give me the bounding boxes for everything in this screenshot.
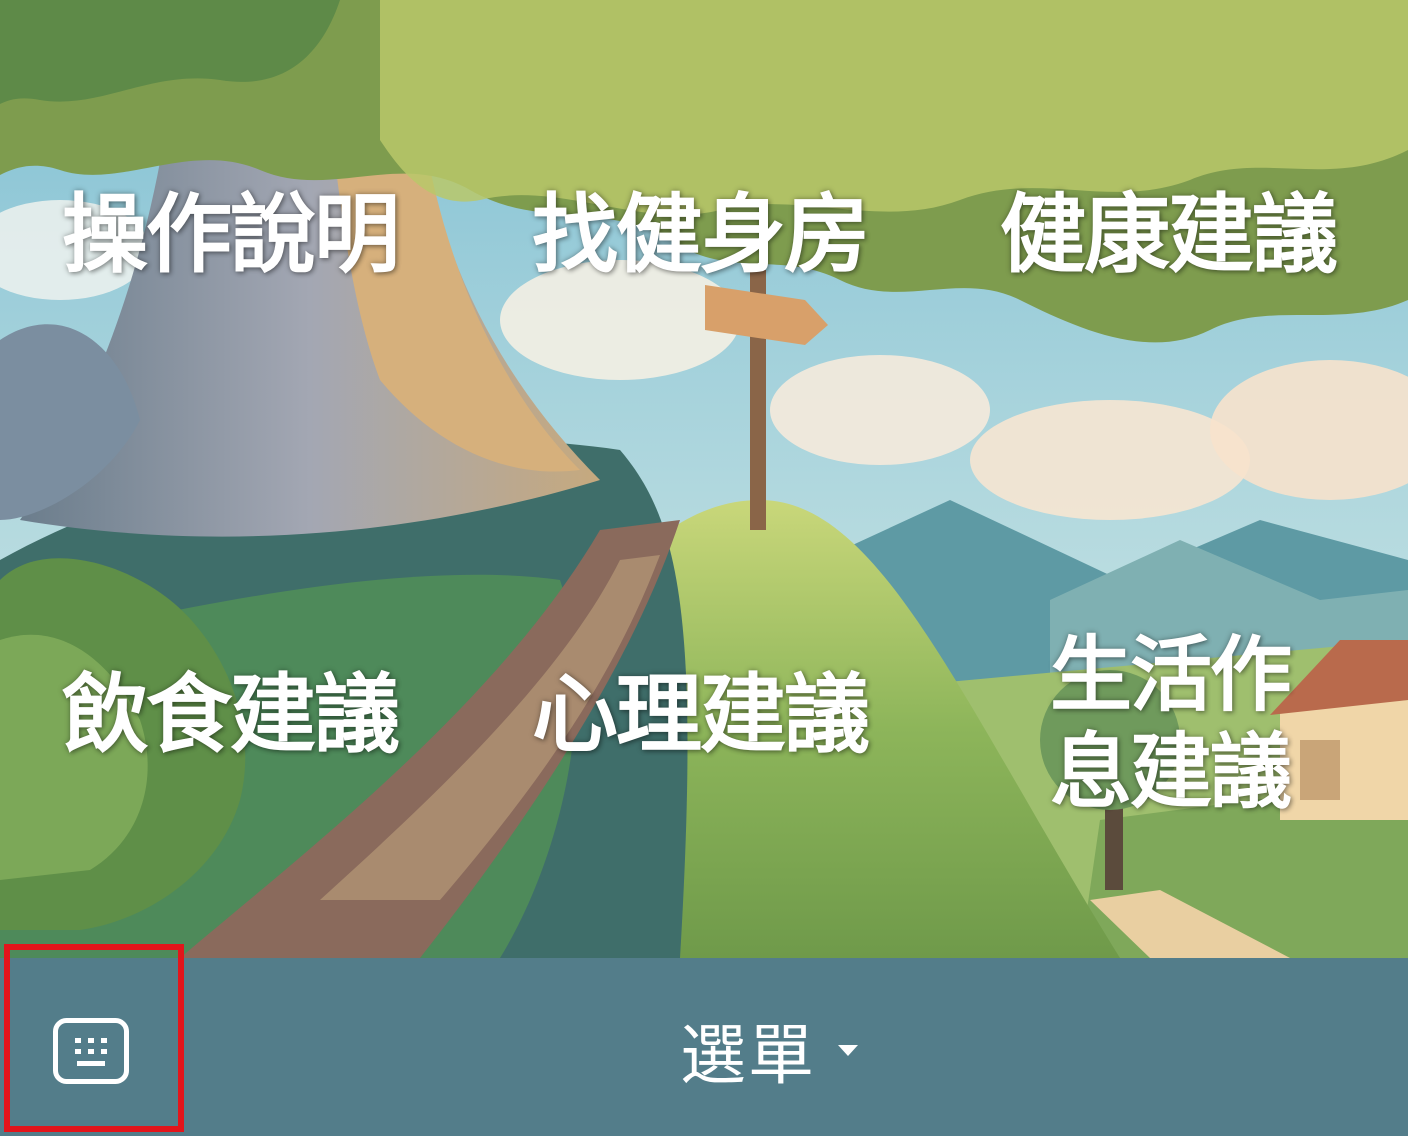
menu-item-label: 心理建議: [532, 665, 870, 765]
menu-item-label: 健康建議: [1000, 185, 1338, 285]
menu-item-label: 操作說明: [62, 185, 400, 285]
menu-item-label: 生活作息建議: [1050, 628, 1292, 820]
keyboard-icon: [53, 1018, 129, 1084]
menu-item-find-gym[interactable]: 找健身房: [510, 180, 890, 290]
menu-toggle-label: 選單: [680, 1017, 816, 1094]
menu-item-instructions[interactable]: 操作說明: [40, 180, 420, 290]
menu-item-mental-advice[interactable]: 心理建議: [510, 660, 890, 770]
menu-item-label: 找健身房: [532, 185, 870, 285]
menu-item-label: 飲食建議: [62, 665, 400, 765]
menu-item-lifestyle-advice[interactable]: 生活作息建議: [1040, 615, 1300, 835]
caret-down-icon: [838, 1044, 858, 1056]
menu-toggle-button[interactable]: 選單: [680, 1010, 858, 1094]
keyboard-toggle-button[interactable]: [53, 1018, 129, 1084]
menu-item-diet-advice[interactable]: 飲食建議: [40, 660, 420, 770]
menu-item-health-advice[interactable]: 健康建議: [978, 180, 1358, 290]
